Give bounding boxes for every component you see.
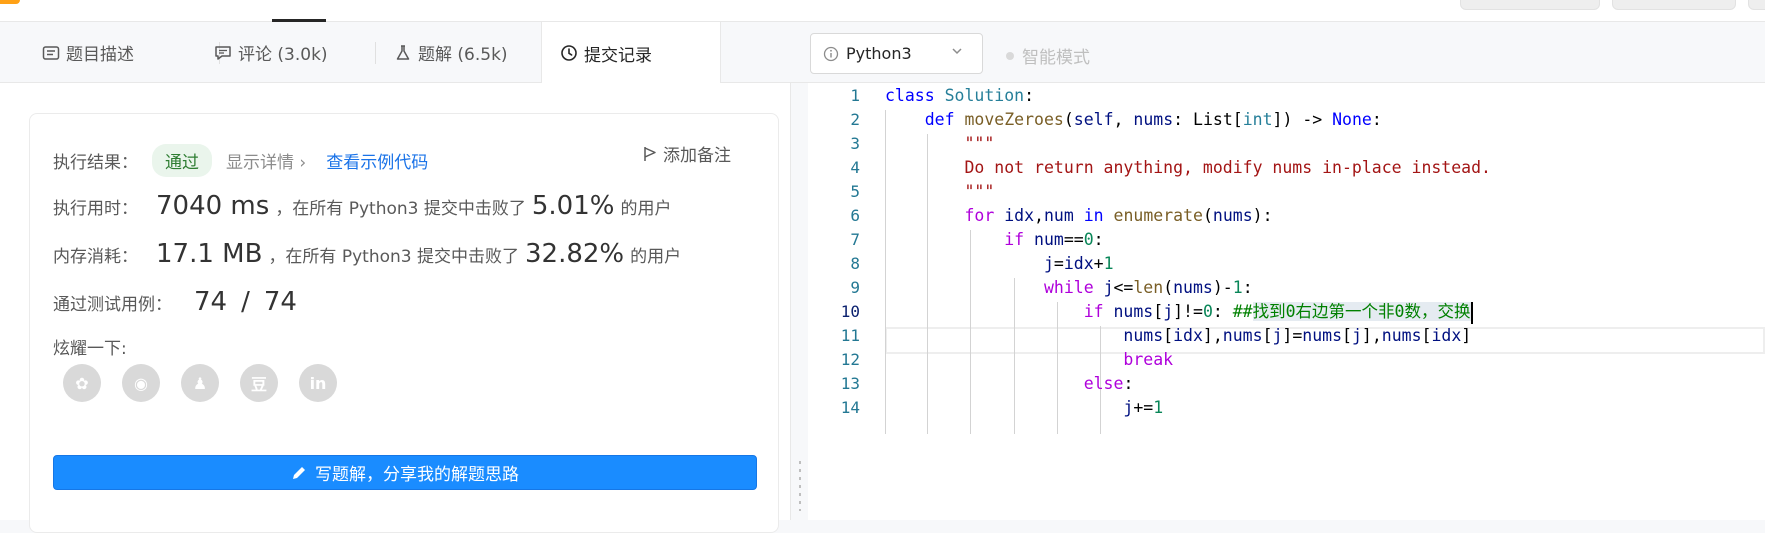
memory-percent: 32.82% — [525, 239, 625, 269]
line-number: 9 — [850, 278, 860, 297]
code-line: j=idx+1 — [1043, 254, 1114, 273]
line-number: 7 — [850, 230, 860, 249]
status-badge: 通过 — [152, 144, 212, 177]
language-select[interactable]: Python3 — [810, 33, 983, 74]
memory-row: 内存消耗： 17.1 MB ，在所有 Python3 提交中击败了 32.82%… — [53, 239, 681, 269]
code-line: j+=1 — [1123, 398, 1164, 417]
sample-code-link[interactable]: 查看示例代码 — [326, 148, 428, 173]
memory-value: 17.1 MB — [156, 239, 263, 269]
wechat-icon[interactable]: ✿ — [63, 364, 101, 402]
tab-submissions[interactable]: 提交记录 — [541, 22, 721, 84]
tests-slash: / — [241, 287, 250, 317]
smart-mode-label: 智能模式 — [1022, 48, 1090, 68]
line-number: 1 — [850, 86, 860, 105]
text-cursor — [1470, 301, 1473, 324]
line-number: 4 — [850, 158, 860, 177]
add-note-button[interactable]: 添加备注 — [643, 141, 731, 166]
memory-text: ，在所有 Python3 提交中击败了 — [268, 247, 519, 267]
code-editor[interactable]: 1 2 3 4 5 6 7 8 9 10 11 12 13 14 class S… — [808, 83, 1765, 520]
panel-resizer[interactable] — [790, 83, 808, 520]
result-row: 执行结果： 通过 显示详情 › 查看示例代码 — [53, 144, 428, 177]
tab-label: 提交记录 — [584, 45, 652, 66]
line-number: 12 — [840, 350, 860, 369]
weibo-icon[interactable]: ◉ — [122, 364, 160, 402]
document-icon — [42, 45, 60, 60]
runtime-label: 执行用时： — [53, 199, 138, 219]
runtime-text: ，在所有 Python3 提交中击败了 — [275, 199, 526, 219]
comment-icon — [215, 45, 231, 60]
line-number: 10 — [840, 302, 860, 321]
line-number: 5 — [850, 182, 860, 201]
top-nav-button[interactable] — [1748, 0, 1765, 10]
tab-label: 评论 (3.0k) — [238, 45, 328, 65]
code-line-current: if nums[j]!=0: ##找到0右边第一个非0数，交换 — [885, 298, 1473, 325]
runtime-suffix: 的用户 — [620, 199, 672, 219]
linkedin-icon[interactable]: in — [299, 364, 337, 402]
qq-icon[interactable]: ♟ — [181, 364, 219, 402]
add-note-label: 添加备注 — [663, 146, 731, 166]
info-icon — [823, 46, 839, 61]
line-number: 2 — [850, 110, 860, 129]
logo-icon — [0, 0, 20, 4]
flask-icon — [396, 44, 410, 60]
share-icons: ✿ ◉ ♟ 豆 in — [63, 364, 337, 402]
runtime-row: 执行用时： 7040 ms ，在所有 Python3 提交中击败了 5.01% … — [53, 191, 671, 221]
result-label: 执行结果： — [53, 153, 138, 173]
drag-handle-icon — [799, 461, 801, 511]
line-number: 3 — [850, 134, 860, 153]
code-line: class Solution: — [885, 86, 1035, 105]
tab-solutions[interactable]: 题解 (6.5k) — [376, 22, 536, 83]
smart-mode-toggle[interactable]: 智能模式 — [1006, 43, 1090, 68]
code-line: """ — [964, 134, 995, 153]
code-line: if num==0: — [1004, 230, 1104, 249]
tests-label: 通过测试用例： — [53, 295, 172, 315]
code-line: break — [1123, 350, 1174, 369]
line-number: 6 — [850, 206, 860, 225]
code-line: for idx,num in enumerate(nums): — [964, 206, 1273, 225]
code-line: def moveZeroes(self, nums: List[int]) ->… — [924, 110, 1382, 129]
problem-tabs: 题目描述 评论 (3.0k) 题解 (6.5k) 提交记录 — [0, 22, 810, 84]
tab-comments[interactable]: 评论 (3.0k) — [196, 22, 376, 83]
tab-description[interactable]: 题目描述 — [24, 22, 220, 83]
runtime-percent: 5.01% — [531, 191, 615, 221]
tab-label: 题目描述 — [66, 45, 134, 65]
tests-row: 通过测试用例： 74 / 74 — [53, 287, 303, 317]
line-number: 14 — [840, 398, 860, 417]
write-solution-label: 写题解，分享我的解题思路 — [315, 465, 519, 485]
share-label: 炫耀一下: — [53, 339, 127, 359]
pencil-icon — [293, 466, 305, 479]
show-details-link[interactable]: 显示详情 › — [226, 148, 306, 173]
chevron-down-icon — [952, 48, 962, 55]
language-value: Python3 — [846, 44, 912, 63]
top-nav-button[interactable] — [1612, 0, 1736, 10]
tests-passed: 74 — [194, 287, 228, 317]
flag-icon — [644, 146, 656, 161]
clock-icon — [561, 45, 577, 61]
code-line: while j<=len(nums)-1: — [1043, 278, 1253, 297]
line-number: 13 — [840, 374, 860, 393]
code-line: """ — [964, 182, 995, 201]
dot-icon — [1006, 51, 1014, 60]
code-line: else: — [1083, 374, 1134, 393]
share-row: 炫耀一下: — [53, 334, 127, 359]
tab-label: 题解 (6.5k) — [418, 45, 508, 65]
memory-label: 内存消耗： — [53, 247, 138, 267]
line-number: 8 — [850, 254, 860, 273]
top-nav-button[interactable] — [1460, 0, 1600, 10]
tests-total: 74 — [263, 287, 297, 317]
memory-suffix: 的用户 — [630, 247, 682, 267]
code-line: nums[idx],nums[j]=nums[j],nums[idx] — [1123, 326, 1472, 345]
douban-icon[interactable]: 豆 — [240, 364, 278, 402]
line-number: 11 — [840, 326, 860, 345]
runtime-value: 7040 ms — [156, 191, 270, 221]
top-navbar — [0, 0, 1765, 22]
write-solution-button[interactable]: 写题解，分享我的解题思路 — [53, 455, 757, 490]
code-line: Do not return anything, modify nums in-p… — [964, 158, 1491, 177]
